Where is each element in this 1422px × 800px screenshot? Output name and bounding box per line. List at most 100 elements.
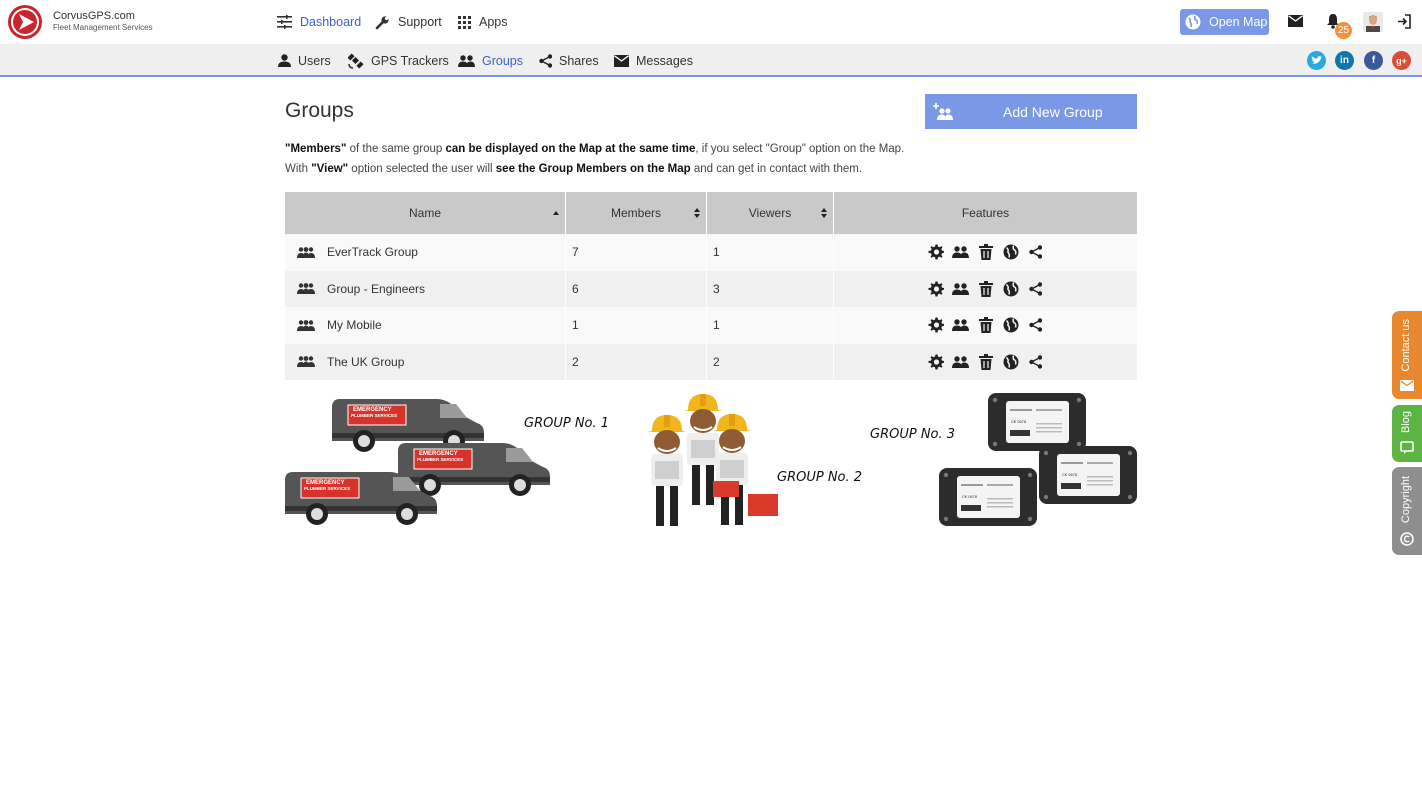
desc1-part4: , if you select "Group" option on the Ma…: [695, 143, 905, 155]
notification-badge: 25: [1335, 22, 1352, 39]
share-icon[interactable]: [1027, 316, 1045, 334]
members-count: 2: [572, 354, 579, 369]
topnav-dashboard-label: Dashboard: [300, 15, 362, 29]
column-header-viewers-label: Viewers: [748, 206, 792, 220]
members-count: 7: [572, 245, 579, 260]
share-icon[interactable]: [1027, 353, 1045, 371]
side-tab-contact-label: Contact us: [1400, 319, 1412, 372]
column-header-viewers[interactable]: Viewers: [707, 192, 834, 234]
group-name: My Mobile: [327, 318, 382, 333]
side-tab-copyright[interactable]: Copyright: [1392, 467, 1422, 555]
column-header-members[interactable]: Members: [566, 192, 707, 234]
features-cell: [834, 271, 1137, 308]
desc2-part2: "View": [311, 163, 349, 175]
page-title: Groups: [285, 99, 354, 122]
wrench-icon: [375, 15, 389, 29]
add-new-group-label: Add New Group: [1003, 104, 1103, 120]
globe-icon[interactable]: [1002, 243, 1020, 261]
globe-icon[interactable]: [1002, 280, 1020, 298]
group-2-label: GROUP No. 2: [777, 470, 862, 485]
brand[interactable]: CorvusGPS.com Fleet Management Services: [53, 10, 153, 33]
topnav-apps[interactable]: Apps: [458, 12, 508, 32]
google-plus-icon[interactable]: g+: [1392, 51, 1411, 70]
share-icon[interactable]: [1027, 280, 1045, 298]
subnav-shares[interactable]: Shares: [539, 52, 599, 69]
globe-icon[interactable]: [1002, 353, 1020, 371]
trash-icon[interactable]: [977, 243, 995, 261]
group-name-cell[interactable]: My Mobile: [285, 307, 566, 344]
twitter-icon[interactable]: [1307, 51, 1326, 70]
subnav-groups[interactable]: Groups: [458, 52, 523, 69]
mail-icon[interactable]: [1288, 15, 1303, 27]
people-icon: [458, 54, 475, 67]
features-cell: [834, 307, 1137, 344]
logout-icon[interactable]: [1397, 14, 1411, 29]
people-icon[interactable]: [952, 316, 970, 334]
subnav-users[interactable]: Users: [278, 52, 331, 69]
add-new-group-button[interactable]: Add New Group: [925, 94, 1137, 129]
subnav-messages[interactable]: Messages: [614, 52, 693, 69]
members-cell: 1: [566, 307, 707, 344]
facebook-icon[interactable]: f: [1364, 51, 1383, 70]
group-name-cell[interactable]: EverTrack Group: [285, 234, 566, 271]
user-photo-icon: [1363, 12, 1383, 32]
globe-icon[interactable]: [1002, 316, 1020, 334]
side-tab-copyright-label: Copyright: [1400, 476, 1412, 524]
corvus-logo-icon[interactable]: [7, 4, 43, 40]
group-1-label: GROUP No. 1: [524, 416, 609, 431]
subnav-gps-trackers[interactable]: GPS Trackers: [348, 52, 449, 69]
trash-icon[interactable]: [977, 316, 995, 334]
gear-icon[interactable]: [927, 280, 945, 298]
worker-image: [647, 414, 687, 527]
open-map-button[interactable]: Open Map: [1180, 9, 1269, 35]
group-name: EverTrack Group: [327, 245, 418, 260]
van-sign-line2: PLUMBER SERVICES: [351, 413, 397, 418]
grid-icon: [458, 15, 471, 29]
brand-tagline: Fleet Management Services: [53, 23, 153, 32]
people-icon[interactable]: [952, 280, 970, 298]
table-body: EverTrack Group 7 1 Group - Engineers 6 3 My M…: [285, 234, 1137, 380]
groups-table: Name Members Viewers Features EverTrack …: [285, 192, 1137, 380]
satellite-icon: [348, 52, 364, 69]
linkedin-icon[interactable]: in: [1335, 51, 1354, 70]
gear-icon[interactable]: [927, 353, 945, 371]
sort-ascending-icon: [553, 211, 559, 215]
share-icon[interactable]: [1027, 243, 1045, 261]
viewers-cell: 3: [707, 270, 834, 307]
members-cell: 7: [566, 234, 707, 271]
topnav-support-label: Support: [398, 15, 442, 29]
features-cell: [834, 234, 1137, 271]
viewers-count: 3: [713, 281, 720, 296]
avatar[interactable]: [1363, 12, 1383, 32]
group-name-cell[interactable]: Group - Engineers: [285, 270, 566, 307]
subnav-users-label: Users: [298, 53, 331, 68]
features-cell: [834, 344, 1137, 381]
trash-icon[interactable]: [977, 353, 995, 371]
side-tab-contact-us[interactable]: Contact us: [1392, 311, 1422, 399]
open-map-label: Open Map: [1209, 15, 1268, 29]
add-group-icon: [933, 103, 953, 120]
topnav-support[interactable]: Support: [375, 12, 442, 32]
desc2-part3: option selected the user will: [348, 163, 496, 175]
toolbox-image: [713, 481, 739, 497]
column-header-features-label: Features: [961, 206, 1010, 220]
table-header: Name Members Viewers Features: [285, 192, 1137, 234]
gear-icon[interactable]: [927, 243, 945, 261]
description-line-1: "Members" of the same group can be displ…: [285, 142, 904, 156]
viewers-count: 1: [713, 245, 720, 260]
column-header-name[interactable]: Name: [285, 192, 566, 234]
side-tab-blog[interactable]: Blog: [1392, 405, 1422, 462]
people-icon[interactable]: [952, 353, 970, 371]
column-header-name-label: Name: [408, 206, 441, 220]
topnav-dashboard[interactable]: Dashboard: [277, 12, 361, 32]
gear-icon[interactable]: [927, 316, 945, 334]
desc1-part3: can be displayed on the Map at the same …: [445, 143, 696, 155]
group-icon: [297, 246, 315, 258]
trash-icon[interactable]: [977, 280, 995, 298]
desc1-part2: of the same group: [346, 143, 446, 155]
description-line-2: With "View" option selected the user wil…: [285, 162, 862, 176]
blog-icon: [1400, 441, 1414, 454]
people-icon[interactable]: [952, 243, 970, 261]
table-row: The UK Group 2 2: [285, 343, 1137, 381]
group-name-cell[interactable]: The UK Group: [285, 343, 566, 380]
